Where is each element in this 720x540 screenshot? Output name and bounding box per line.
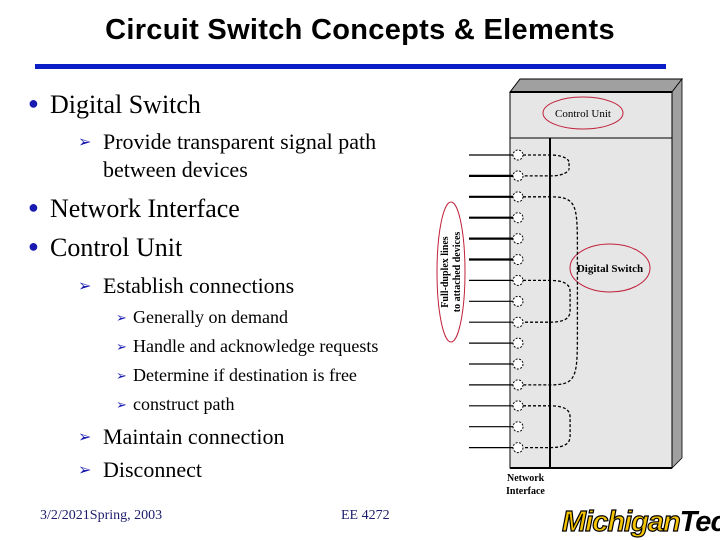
- lines-label-1: Full-duplex lines: [440, 236, 451, 308]
- port-circle: [512, 233, 524, 245]
- footer-course: EE 4272: [341, 508, 390, 523]
- michigan-tech-logo: MichiganTech: [561, 505, 720, 539]
- lines-label-2: to attached devices: [452, 232, 463, 313]
- port-circle: [512, 379, 524, 391]
- port-circle: [512, 170, 524, 182]
- port-circle: [512, 442, 524, 454]
- port-circle: [512, 316, 524, 328]
- port-circle: [512, 191, 524, 203]
- port-circle: [512, 149, 524, 161]
- port-circle: [512, 254, 524, 265]
- box-right-shade: [671, 77, 683, 469]
- logo-michigan: Michigan: [561, 505, 681, 538]
- digital-switch-label: Digital Switch: [577, 263, 643, 275]
- logo-tech: Tech: [679, 506, 720, 538]
- footer-date-term: 3/2/2021Spring, 2003: [40, 508, 163, 523]
- box-top-bevel: [508, 78, 684, 93]
- port-circle: [512, 212, 524, 224]
- port-circle: [512, 295, 524, 307]
- port-circle: [512, 358, 524, 370]
- port-circle: [512, 337, 524, 349]
- network-interface-label-1: Network: [507, 473, 545, 484]
- port-circle: [512, 421, 524, 433]
- port-circle: [512, 274, 524, 286]
- port-circle: [512, 400, 524, 412]
- control-unit-label: Control Unit: [555, 108, 611, 120]
- circuit-switch-diagram: Control Unit Digital Switch Full-duplex …: [436, 77, 684, 497]
- network-interface-label-2: Interface: [506, 486, 545, 497]
